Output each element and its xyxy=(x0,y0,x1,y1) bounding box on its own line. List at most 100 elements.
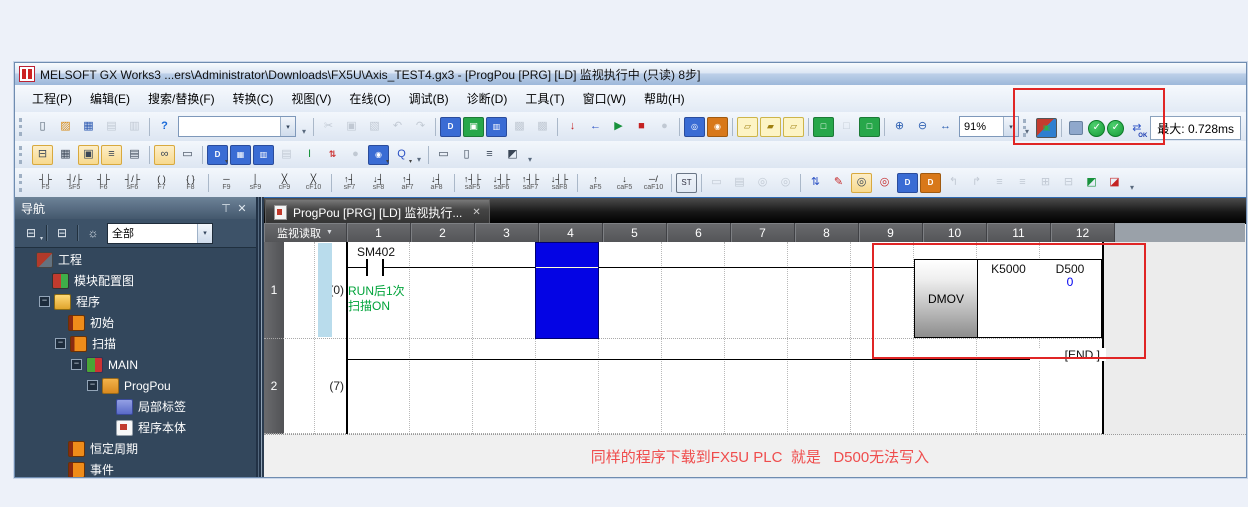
rising-pulse-close-button[interactable]: ↑┤├saF5 xyxy=(459,169,487,197)
invert-rising-button[interactable]: ↑aF5 xyxy=(582,169,610,197)
user-auth-1-icon[interactable]: ◩ xyxy=(1081,173,1102,193)
close-contact-button[interactable]: ┤/├sF5 xyxy=(61,169,89,197)
device-find-write-icon[interactable]: ◉ xyxy=(707,117,728,137)
monitor-start-icon[interactable]: ▶ xyxy=(608,117,629,137)
task-list-icon[interactable]: ≡ xyxy=(479,145,500,165)
open-branch-button[interactable]: ┤├F6 xyxy=(90,169,118,197)
falling-pulse-button[interactable]: ↓┤sF8 xyxy=(365,169,393,197)
delete-horizontal-line-button[interactable]: ╳cF9 xyxy=(271,169,299,197)
navigation-window-icon[interactable]: ⊟ xyxy=(32,145,53,165)
user-settings-icon[interactable]: ◩ xyxy=(502,145,523,165)
rising-pulse-button[interactable]: ↑┤sF7 xyxy=(336,169,364,197)
device-check-2-icon[interactable]: D xyxy=(920,173,941,193)
menu-item-3[interactable]: 转换(C) xyxy=(224,85,283,112)
close-icon[interactable]: ✕ xyxy=(234,200,250,216)
menu-item-9[interactable]: 窗口(W) xyxy=(574,85,635,112)
window-monitor-1-icon[interactable]: □ xyxy=(813,117,834,137)
quick-find-combo[interactable]: ▾ xyxy=(178,116,296,137)
device-check-1-icon[interactable]: D xyxy=(897,173,918,193)
sidebar-item-ProgPou[interactable]: −ProgPou xyxy=(15,375,256,396)
user-auth-2-icon[interactable]: ◪ xyxy=(1104,173,1125,193)
sidebar-item-程序本体[interactable]: 程序本体 xyxy=(15,417,256,438)
contact-symbol[interactable] xyxy=(366,259,368,276)
invert-falling-button[interactable]: ↓caF5 xyxy=(611,169,639,197)
toolbar-overflow-icon[interactable]: ▾ xyxy=(524,146,536,164)
progress-window-icon[interactable]: ▯ xyxy=(456,145,477,165)
tree-filter-combo[interactable]: 全部▾ xyxy=(107,223,213,244)
sidebar-item-工程[interactable]: 工程 xyxy=(15,249,256,270)
sidebar-item-模块配置图[interactable]: 模块配置图 xyxy=(15,270,256,291)
open-project-icon[interactable]: ▨ xyxy=(55,117,76,137)
tab-close-icon[interactable]: ✕ xyxy=(472,207,480,218)
statement-jump-icon[interactable]: ▱ xyxy=(737,117,758,137)
monitor-stop-icon[interactable]: ■ xyxy=(631,117,652,137)
application-instruction-button[interactable]: { }F8 xyxy=(177,169,205,197)
toolbar-overflow-icon[interactable]: ▾ xyxy=(413,146,425,164)
toolbar-overflow-icon[interactable]: ▾ xyxy=(298,118,310,136)
io-assignment-icon[interactable]: ⇅ xyxy=(322,145,343,165)
panel-splitter[interactable] xyxy=(256,197,264,477)
rung-collapse-bar[interactable] xyxy=(318,243,332,337)
invert-result-button[interactable]: ─/caF10 xyxy=(640,169,668,197)
menu-item-4[interactable]: 视图(V) xyxy=(282,85,340,112)
save-project-icon[interactable]: ▦ xyxy=(78,117,99,137)
sidebar-item-初始[interactable]: 初始 xyxy=(15,312,256,333)
device-display-format-icon[interactable]: ◉▾ xyxy=(368,145,389,165)
falling-pulse-close-button[interactable]: ↓┤├saF6 xyxy=(488,169,516,197)
menu-item-5[interactable]: 在线(O) xyxy=(340,85,399,112)
new-project-icon[interactable]: ▯ xyxy=(32,117,53,137)
chevron-down-icon[interactable]: ▾ xyxy=(280,117,295,136)
fit-width-icon[interactable]: ↔ xyxy=(935,117,956,137)
tree-expander-icon[interactable]: − xyxy=(39,296,50,307)
write-to-plc-icon[interactable]: ↓ xyxy=(562,117,583,137)
sidebar-item-程序[interactable]: −程序 xyxy=(15,291,256,312)
menu-item-6[interactable]: 调试(B) xyxy=(400,85,458,112)
toolbar-grip[interactable] xyxy=(19,118,28,136)
tree-expander-icon[interactable]: − xyxy=(55,338,66,349)
menu-item-2[interactable]: 搜索/替换(F) xyxy=(139,85,224,112)
delete-vertical-line-button[interactable]: ╳cF10 xyxy=(300,169,328,197)
device-comment-display-icon[interactable]: D xyxy=(440,117,461,137)
ladder-cursor-cell[interactable] xyxy=(535,242,599,339)
element-list-icon[interactable]: ▤ xyxy=(124,145,145,165)
tree-expander-icon[interactable]: − xyxy=(71,359,82,370)
falling-pulse-close-branch-button[interactable]: ↓┤├saF8 xyxy=(546,169,574,197)
statement-display-ladder-icon[interactable]: ⇅ xyxy=(805,173,826,193)
toolbar-grip[interactable] xyxy=(19,174,28,192)
chevron-down-icon[interactable]: ▾ xyxy=(197,224,212,243)
inline-st-icon[interactable]: ST xyxy=(676,173,697,193)
toolbar-grip[interactable] xyxy=(19,146,28,164)
module-configuration-icon[interactable]: ▦ xyxy=(55,145,76,165)
sidebar-item-恒定周期[interactable]: 恒定周期 xyxy=(15,438,256,459)
sidebar-item-扫描[interactable]: −扫描 xyxy=(15,333,256,354)
menu-item-10[interactable]: 帮助(H) xyxy=(635,85,694,112)
find-device-icon[interactable]: Q▾ xyxy=(391,145,412,165)
tab-progpou[interactable]: ProgPou [PRG] [LD] 监视执行... ✕ xyxy=(265,199,490,224)
toolbar-overflow-icon[interactable]: ▾ xyxy=(1126,174,1138,192)
sidebar-item-事件[interactable]: 事件 xyxy=(15,459,256,477)
monitor-mode-header[interactable]: 监视读取 ▼ xyxy=(264,223,347,242)
pin-icon[interactable]: ⊤ xyxy=(218,200,234,216)
menu-item-1[interactable]: 编辑(E) xyxy=(81,85,139,112)
label-editor-icon[interactable]: I xyxy=(299,145,320,165)
device-batch-icon[interactable]: ▥ xyxy=(253,145,274,165)
open-contact-button[interactable]: ┤├F5 xyxy=(32,169,60,197)
device-batch-monitor-icon[interactable]: ▥ xyxy=(486,117,507,137)
output-window-icon[interactable]: ▭ xyxy=(433,145,454,165)
device-memory-icon[interactable]: ▦ xyxy=(230,145,251,165)
sidebar-item-局部标签[interactable]: 局部标签 xyxy=(15,396,256,417)
statement-insert-icon[interactable]: ▰ xyxy=(760,117,781,137)
program-list-icon[interactable]: ≡ xyxy=(101,145,122,165)
read-from-plc-icon[interactable]: ← xyxy=(585,117,606,137)
device-monitor-window-icon[interactable]: ▣ xyxy=(463,117,484,137)
coil-button[interactable]: ( )F7 xyxy=(148,169,176,197)
zoom-in-icon[interactable]: ⊕ xyxy=(889,117,910,137)
rising-pulse-branch-button[interactable]: ↑┤aF7 xyxy=(394,169,422,197)
menu-item-8[interactable]: 工具(T) xyxy=(516,85,573,112)
help-icon[interactable]: ? xyxy=(154,117,175,137)
close-branch-button[interactable]: ┤/├sF6 xyxy=(119,169,147,197)
rising-pulse-close-branch-button[interactable]: ↑┤├saF7 xyxy=(517,169,545,197)
vertical-line-button[interactable]: │sF9 xyxy=(242,169,270,197)
falling-pulse-branch-button[interactable]: ↓┤aF8 xyxy=(423,169,451,197)
find-replace-window-icon[interactable]: ▭ xyxy=(177,145,198,165)
